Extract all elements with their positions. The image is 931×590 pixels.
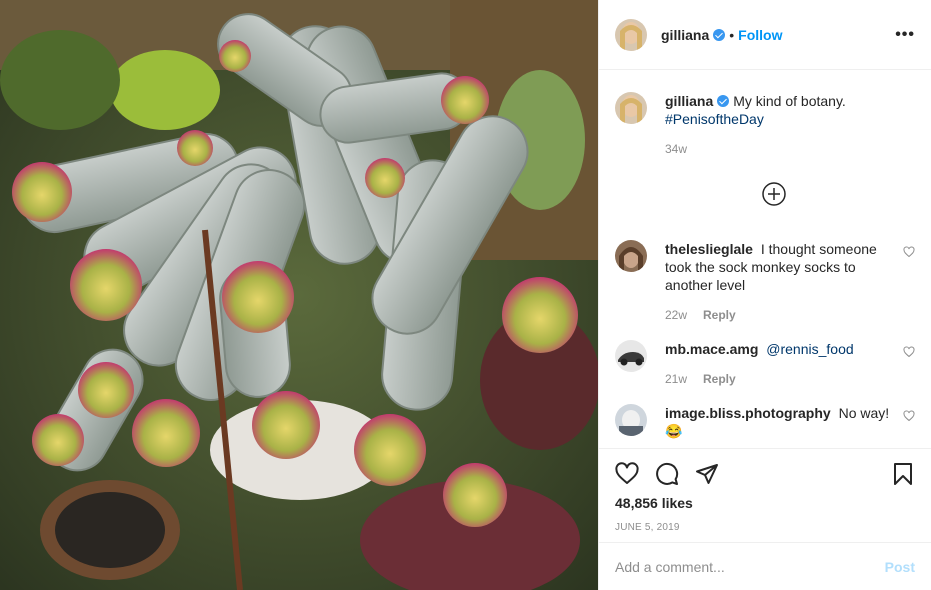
- save-bookmark-icon[interactable]: [891, 462, 915, 486]
- comment-username[interactable]: image.bliss.photography: [665, 405, 831, 421]
- caption-avatar[interactable]: [615, 92, 647, 124]
- post-dialog: gilliana • Follow ••• gilliana My kind of…: [0, 0, 931, 590]
- author-username-text[interactable]: gilliana: [661, 27, 709, 43]
- comment-input[interactable]: [615, 558, 885, 575]
- comment-time[interactable]: 22w: [665, 308, 687, 322]
- more-options-icon[interactable]: •••: [895, 26, 915, 44]
- author-username[interactable]: gilliana: [661, 27, 709, 43]
- caption-body: gilliana My kind of botany. #PenisoftheDa…: [665, 92, 915, 158]
- comment-body: theleslieglale I thought someone took th…: [665, 240, 915, 324]
- comment-body: mb.mace.amg @rennis_food 21w Reply: [665, 340, 915, 388]
- post-image[interactable]: [0, 0, 598, 590]
- follow-button[interactable]: Follow: [738, 27, 782, 43]
- laughing-emoji: 😂: [665, 423, 683, 439]
- caption: gilliana My kind of botany. #PenisoftheDa…: [615, 92, 915, 158]
- comment-item: mb.mace.amg @rennis_food 21w Reply: [615, 340, 915, 388]
- caption-hashtag[interactable]: #PenisoftheDay: [665, 111, 764, 127]
- comment-username[interactable]: theleslieglale: [665, 241, 753, 257]
- separator-dot: •: [729, 26, 735, 43]
- comment-mention[interactable]: @rennis_food: [766, 341, 853, 357]
- comment-body: image.bliss.photography No way! 😂: [665, 404, 915, 440]
- comment-username[interactable]: mb.mace.amg: [665, 341, 758, 357]
- caption-text: My kind of botany.: [733, 93, 846, 109]
- add-comment-bar: Post: [599, 542, 931, 590]
- verified-badge-icon: [717, 95, 730, 107]
- like-comment-heart-icon[interactable]: [903, 410, 915, 422]
- comments-list[interactable]: gilliana My kind of botany. #PenisoftheDa…: [599, 71, 931, 448]
- action-icons: [615, 449, 915, 499]
- load-more-comments-icon[interactable]: [762, 182, 786, 206]
- post-header: gilliana • Follow •••: [599, 0, 931, 70]
- like-heart-icon[interactable]: [615, 462, 639, 486]
- post-actions: 48,856 likes JUNE 5, 2019: [599, 448, 931, 542]
- caption-username[interactable]: gilliana: [665, 93, 713, 109]
- post-date[interactable]: JUNE 5, 2019: [615, 522, 915, 533]
- commenter-avatar[interactable]: [615, 240, 647, 272]
- comment-item: image.bliss.photography No way! 😂: [615, 404, 915, 440]
- reply-button[interactable]: Reply: [703, 308, 736, 322]
- comment-text: No way!: [838, 405, 890, 421]
- verified-badge-icon: [713, 28, 726, 41]
- like-comment-heart-icon[interactable]: [903, 246, 915, 258]
- comment-meta: 21w Reply: [665, 370, 891, 388]
- like-comment-heart-icon[interactable]: [903, 346, 915, 358]
- likes-count[interactable]: 48,856 likes: [615, 495, 915, 511]
- comment-time[interactable]: 21w: [665, 372, 687, 386]
- commenter-avatar[interactable]: [615, 404, 647, 436]
- commenter-avatar[interactable]: [615, 340, 647, 372]
- cactus-photo: [0, 0, 598, 590]
- comment-item: theleslieglale I thought someone took th…: [615, 240, 915, 324]
- caption-time[interactable]: 34w: [665, 142, 687, 156]
- author-avatar[interactable]: [615, 18, 647, 51]
- caption-meta: 34w: [665, 140, 891, 158]
- comment-bubble-icon[interactable]: [655, 462, 679, 486]
- post-sidebar: gilliana • Follow ••• gilliana My kind of…: [598, 0, 931, 590]
- post-comment-button[interactable]: Post: [885, 559, 915, 575]
- share-paper-plane-icon[interactable]: [695, 462, 719, 486]
- reply-button[interactable]: Reply: [703, 372, 736, 386]
- comment-meta: 22w Reply: [665, 306, 891, 324]
